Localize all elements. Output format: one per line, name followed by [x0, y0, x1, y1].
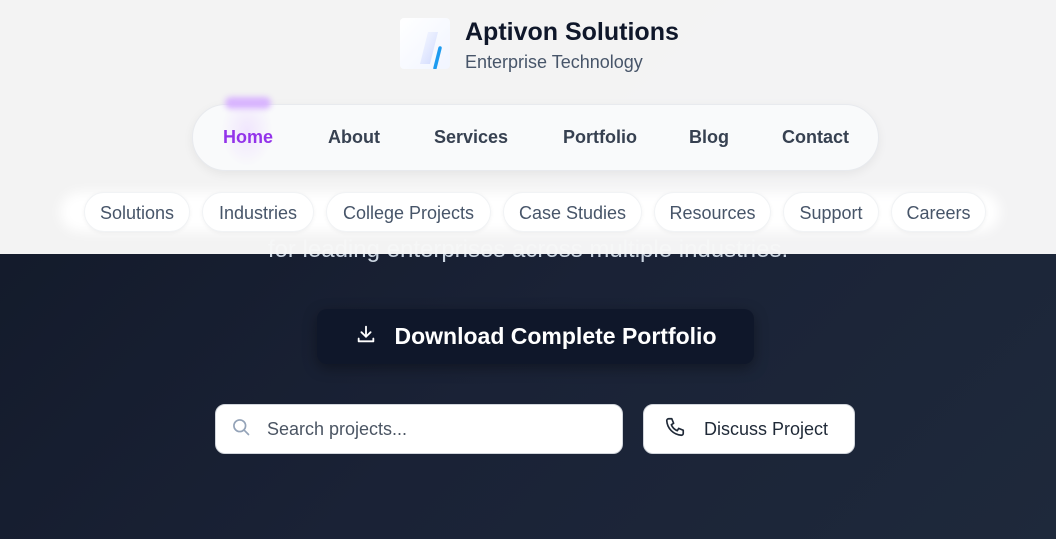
secondary-nav: Solutions Industries College Projects Ca… [0, 192, 1056, 232]
nav-item-home[interactable]: Home [223, 105, 273, 170]
nav-item-about[interactable]: About [328, 105, 380, 170]
chip-support[interactable]: Support [783, 192, 879, 232]
nav-item-services[interactable]: Services [434, 105, 508, 170]
chip-solutions[interactable]: Solutions [84, 192, 190, 232]
nav-item-blog[interactable]: Blog [689, 105, 729, 170]
download-portfolio-button[interactable]: Download Complete Portfolio [317, 309, 754, 364]
discuss-project-button[interactable]: Discuss Project [643, 404, 855, 454]
discuss-button-label: Discuss Project [704, 418, 829, 439]
search-field[interactable] [215, 404, 623, 454]
chip-careers[interactable]: Careers [891, 192, 986, 232]
chip-resources[interactable]: Resources [654, 192, 771, 232]
brand[interactable]: Aptivon Solutions Enterprise Technology [400, 18, 679, 73]
nav-item-contact[interactable]: Contact [782, 105, 849, 170]
main-nav: Home About Services Portfolio Blog Conta… [192, 97, 879, 171]
download-icon [355, 323, 377, 351]
site-header: Aptivon Solutions Enterprise Technology … [0, 0, 1056, 254]
chip-college-projects[interactable]: College Projects [326, 192, 491, 232]
brand-name: Aptivon Solutions [465, 18, 679, 46]
chip-industries[interactable]: Industries [202, 192, 314, 232]
search-icon [231, 417, 251, 442]
download-button-label: Download Complete Portfolio [394, 323, 717, 349]
brand-tagline: Enterprise Technology [465, 52, 643, 72]
phone-icon [664, 416, 686, 443]
chip-case-studies[interactable]: Case Studies [503, 192, 642, 232]
slash-stroke-logo-icon [400, 18, 450, 69]
search-input[interactable] [267, 409, 607, 449]
nav-item-portfolio[interactable]: Portfolio [563, 105, 637, 170]
